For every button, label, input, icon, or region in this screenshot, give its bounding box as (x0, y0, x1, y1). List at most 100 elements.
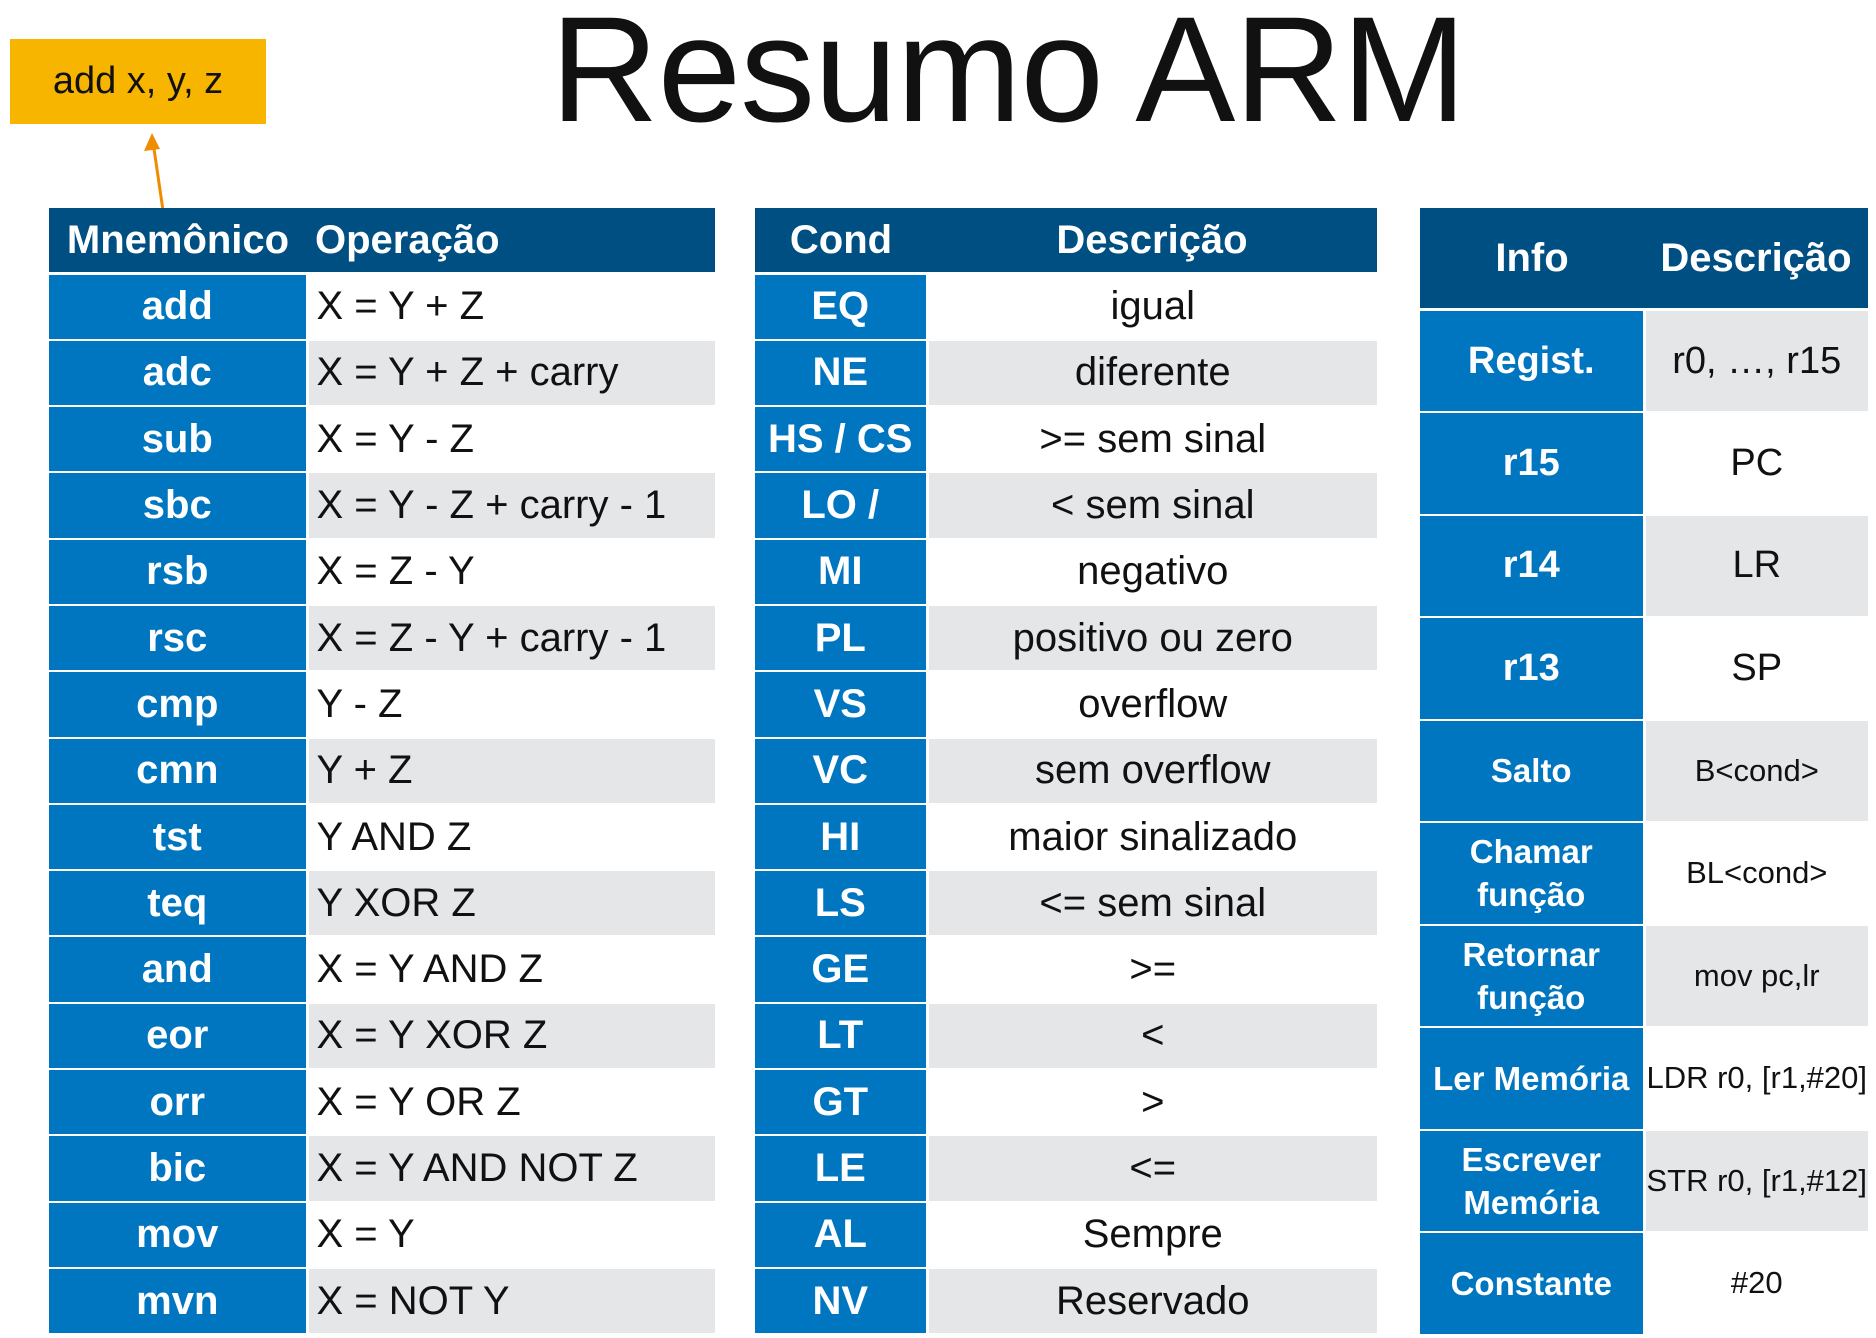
operation-cell: X = Y AND NOT Z (307, 1135, 715, 1203)
description-cell: < (927, 1002, 1377, 1071)
description-cell: diferente (927, 339, 1377, 408)
table-row: orr X = Y OR Z (49, 1069, 715, 1137)
cond-cell: HS / CS (755, 406, 929, 474)
cond-cell: LE (755, 1135, 929, 1203)
operation-cell: Y - Z (307, 671, 715, 739)
operation-cell: X = Y (307, 1201, 715, 1269)
description-cell: Sempre (927, 1201, 1377, 1269)
cond-cell: LT (755, 1002, 929, 1071)
table-row: sbc X = Y - Z + carry - 1 (49, 472, 715, 540)
cond-cell: LS (755, 870, 929, 938)
description-cell: > (927, 1069, 1377, 1137)
info-key-cell: Constante (1420, 1232, 1646, 1336)
mnemonic-cell: mvn (49, 1267, 309, 1336)
conditions-table: Cond Descrição EQ igual NE diferente HS / … (755, 208, 1377, 1336)
info-value-cell: B<cond> (1644, 719, 1868, 823)
table-row: NE diferente (755, 339, 1377, 408)
mnemonic-cell: mov (49, 1201, 309, 1269)
operation-cell: X = Y OR Z (307, 1069, 715, 1137)
cond-cell: EQ (755, 273, 929, 341)
table-row: r13 SP (1420, 617, 1868, 721)
instructions-table: Mnemônico Operação add X = Y + Z adc X = Y… (49, 208, 715, 1336)
info-key-cell: r15 (1420, 412, 1646, 516)
table-row: Salto B<cond> (1420, 719, 1868, 823)
mnemonic-cell: tst (49, 803, 309, 872)
table-row: cmp Y - Z (49, 671, 715, 739)
table-row: cmn Y + Z (49, 737, 715, 805)
info-key-cell: r13 (1420, 617, 1646, 721)
info-key-cell: Regist. (1420, 309, 1646, 413)
description-cell: negativo (927, 538, 1377, 606)
info-value-cell: r0, …, r15 (1644, 309, 1868, 413)
cond-cell: HI (755, 803, 929, 872)
operation-cell: X = Y - Z (307, 406, 715, 474)
info-key-cell: Salto (1420, 719, 1646, 823)
info-key-cell: Ler Memória (1420, 1027, 1646, 1131)
table-row: sub X = Y - Z (49, 406, 715, 474)
cond-cell: GE (755, 936, 929, 1004)
table-row: VS overflow (755, 671, 1377, 739)
mnemonic-cell: sub (49, 406, 309, 474)
table-row: GT > (755, 1069, 1377, 1137)
table-row: tst Y AND Z (49, 803, 715, 872)
description-cell: Reservado (927, 1267, 1377, 1336)
table-row: HI maior sinalizado (755, 803, 1377, 872)
mnemonic-cell: bic (49, 1135, 309, 1203)
cond-cell: GT (755, 1069, 929, 1137)
instructions-header-mnemonic: Mnemônico (49, 208, 307, 275)
description-cell: overflow (927, 671, 1377, 739)
operation-cell: Y XOR Z (307, 870, 715, 938)
description-cell: sem overflow (927, 737, 1377, 805)
cond-cell: VC (755, 737, 929, 805)
example-callout: add x, y, z (10, 39, 266, 124)
info-value-cell: LR (1644, 514, 1868, 618)
table-row: LS <= sem sinal (755, 870, 1377, 938)
operation-cell: X = Y - Z + carry - 1 (307, 472, 715, 540)
info-key-cell: Escrever Memória (1420, 1129, 1646, 1233)
mnemonic-cell: rsb (49, 538, 309, 606)
operation-cell: X = Y AND Z (307, 936, 715, 1004)
table-row: NV Reservado (755, 1267, 1377, 1336)
instructions-header-operation: Operação (307, 208, 715, 275)
description-cell: >= (927, 936, 1377, 1004)
cond-cell: MI (755, 538, 929, 606)
description-cell: >= sem sinal (927, 406, 1377, 474)
table-row: Escrever Memória STR r0, [r1,#12] (1420, 1129, 1868, 1233)
cond-cell: NV (755, 1267, 929, 1336)
operation-cell: X = Y XOR Z (307, 1002, 715, 1071)
table-row: rsc X = Z - Y + carry - 1 (49, 604, 715, 673)
table-row: HS / CS >= sem sinal (755, 406, 1377, 474)
operation-cell: X = Z - Y (307, 538, 715, 606)
info-header-info: Info (1420, 208, 1644, 311)
table-row: VC sem overflow (755, 737, 1377, 805)
cond-cell: AL (755, 1201, 929, 1269)
operation-cell: Y AND Z (307, 803, 715, 872)
table-row: LE <= (755, 1135, 1377, 1203)
operation-cell: X = Y + Z + carry (307, 339, 715, 408)
table-row: Chamar função BL<cond> (1420, 822, 1868, 926)
page-title: Resumo ARM (550, 0, 1466, 153)
table-row: GE >= (755, 936, 1377, 1004)
table-row: r15 PC (1420, 412, 1868, 516)
table-row: MI negativo (755, 538, 1377, 606)
mnemonic-cell: adc (49, 339, 309, 408)
info-header-description: Descrição (1644, 208, 1868, 311)
table-row: adc X = Y + Z + carry (49, 339, 715, 408)
table-row: rsb X = Z - Y (49, 538, 715, 606)
operation-cell: Y + Z (307, 737, 715, 805)
info-key-cell: r14 (1420, 514, 1646, 618)
mnemonic-cell: cmn (49, 737, 309, 805)
table-row: EQ igual (755, 273, 1377, 341)
table-row: Regist. r0, …, r15 (1420, 309, 1868, 413)
info-value-cell: LDR r0, [r1,#20] (1644, 1027, 1868, 1131)
info-value-cell: STR r0, [r1,#12] (1644, 1129, 1868, 1233)
operation-cell: X = NOT Y (307, 1267, 715, 1336)
conditions-header-cond: Cond (755, 208, 927, 275)
info-value-cell: SP (1644, 617, 1868, 721)
info-key-cell: Chamar função (1420, 822, 1646, 926)
description-cell: <= sem sinal (927, 870, 1377, 938)
info-key-cell: Retornar função (1420, 924, 1646, 1028)
table-row: LT < (755, 1002, 1377, 1071)
table-row: teq Y XOR Z (49, 870, 715, 938)
mnemonic-cell: and (49, 936, 309, 1004)
